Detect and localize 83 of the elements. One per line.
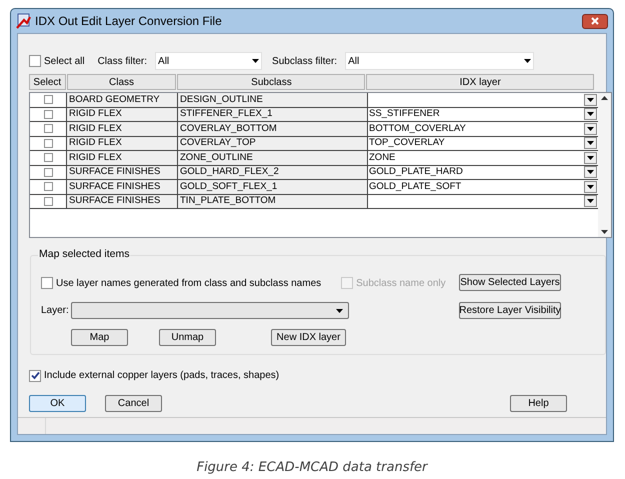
class-filter-dropdown[interactable]: All	[155, 52, 262, 70]
close-button[interactable]	[582, 14, 608, 28]
caret-icon	[587, 112, 594, 116]
caret-icon	[336, 308, 343, 312]
dialog-button[interactable]: OK	[29, 395, 86, 412]
table-cell: TIN_PLATE_BOTTOM	[178, 194, 368, 208]
table-cell: STIFFENER_FLEX_1	[178, 108, 368, 121]
caret-icon	[587, 156, 594, 160]
row-checkbox[interactable]	[44, 182, 52, 192]
table-cell: RIGID FLEX	[67, 136, 178, 150]
dialog-button[interactable]: Show Selected Layers	[459, 274, 561, 291]
idx-layer-cell[interactable]: ZONE	[368, 151, 584, 164]
include-copper-label: Include external copper layers (pads, traces, shapes)	[44, 369, 280, 383]
column-header[interactable]: Class	[66, 74, 176, 90]
row-checkbox[interactable]	[44, 168, 52, 177]
table-cell: RIGID FLEX	[67, 122, 178, 136]
table-cell: GOLD_SOFT_FLEX_1	[178, 180, 368, 194]
app-icon	[16, 13, 32, 29]
dialog-button[interactable]: New IDX layer	[271, 329, 346, 346]
row-checkbox[interactable]	[44, 153, 52, 162]
use-names-checkbox[interactable]	[41, 277, 53, 289]
window-title: IDX Out Edit Layer Conversion File	[35, 13, 222, 30]
subclass-only-label: Subclass name only	[356, 276, 446, 290]
caret-icon	[587, 170, 594, 174]
dropdown-button[interactable]	[584, 166, 597, 178]
row-checkbox[interactable]	[44, 138, 52, 148]
table-cell: BOARD GEOMETRY	[67, 93, 178, 106]
dialog-button[interactable]: Unmap	[159, 329, 216, 346]
dropdown-button[interactable]	[584, 122, 597, 135]
caret-icon	[252, 59, 260, 63]
idx-layer-cell[interactable]: GOLD_PLATE_HARD	[368, 166, 584, 179]
table-cell: SURFACE FINISHES	[67, 180, 178, 194]
subclass-filter-dropdown[interactable]: All	[345, 52, 534, 70]
dialog-button[interactable]: Map	[71, 329, 128, 346]
table-cell: RIGID FLEX	[67, 108, 178, 121]
row-checkbox[interactable]	[44, 196, 52, 206]
table-cell: SURFACE FINISHES	[67, 166, 178, 179]
row-checkbox[interactable]	[44, 110, 52, 119]
dialog-button[interactable]: Cancel	[105, 395, 162, 412]
subclass-filter-label: Subclass filter:	[272, 54, 338, 68]
caret-icon	[587, 126, 594, 131]
dialog-button[interactable]: Help	[510, 395, 567, 412]
figure-caption: Figure 4: ECAD-MCAD data transfer	[196, 459, 429, 477]
column-header[interactable]: IDX layer	[366, 74, 594, 90]
caret-icon	[587, 184, 594, 189]
dropdown-button[interactable]	[584, 137, 597, 150]
layer-dropdown[interactable]	[71, 302, 349, 319]
idx-layer-cell[interactable]: TOP_COVERLAY	[368, 136, 584, 150]
layer-label: Layer:	[41, 304, 70, 318]
select-all-label: Select all	[44, 54, 85, 68]
table-cell: SURFACE FINISHES	[67, 194, 178, 208]
idx-layer-cell[interactable]: GOLD_PLATE_SOFT	[368, 180, 584, 194]
dropdown-button[interactable]	[584, 94, 597, 106]
table-cell: ZONE_OUTLINE	[178, 151, 368, 164]
caret-icon	[524, 59, 532, 63]
caret-icon	[587, 141, 594, 146]
table-cell: DESIGN_OUTLINE	[178, 93, 368, 106]
dropdown-button[interactable]	[584, 180, 597, 193]
table-cell: COVERLAY_BOTTOM	[178, 122, 368, 136]
table-cell: COVERLAY_TOP	[178, 136, 368, 150]
dropdown-button[interactable]	[584, 195, 597, 208]
scrollbar[interactable]	[598, 93, 611, 237]
table-cell: RIGID FLEX	[67, 151, 178, 164]
scroll-up-icon	[601, 96, 608, 100]
caret-icon	[587, 98, 594, 102]
dropdown-button[interactable]	[584, 108, 597, 120]
close-icon	[591, 17, 599, 25]
row-checkbox[interactable]	[44, 124, 52, 134]
caret-icon	[587, 199, 594, 204]
select-all-checkbox[interactable]	[29, 55, 41, 67]
column-header[interactable]: Subclass	[177, 74, 366, 90]
idx-layer-cell[interactable]: BOTTOM_COVERLAY	[368, 122, 584, 136]
column-header[interactable]: Select	[29, 74, 66, 90]
dialog-button[interactable]: Restore Layer Visibility	[459, 302, 561, 319]
table-cell: GOLD_HARD_FLEX_2	[178, 166, 368, 179]
dropdown-button[interactable]	[584, 152, 597, 164]
row-checkbox[interactable]	[44, 95, 52, 104]
idx-layer-cell[interactable]: SS_STIFFENER	[368, 108, 584, 121]
scroll-down-icon	[601, 230, 608, 234]
include-copper-checkbox[interactable]	[29, 370, 41, 382]
check-icon	[30, 371, 40, 380]
use-names-label: Use layer names generated from class and subclass names	[56, 276, 322, 290]
class-filter-label: Class filter:	[98, 54, 148, 68]
